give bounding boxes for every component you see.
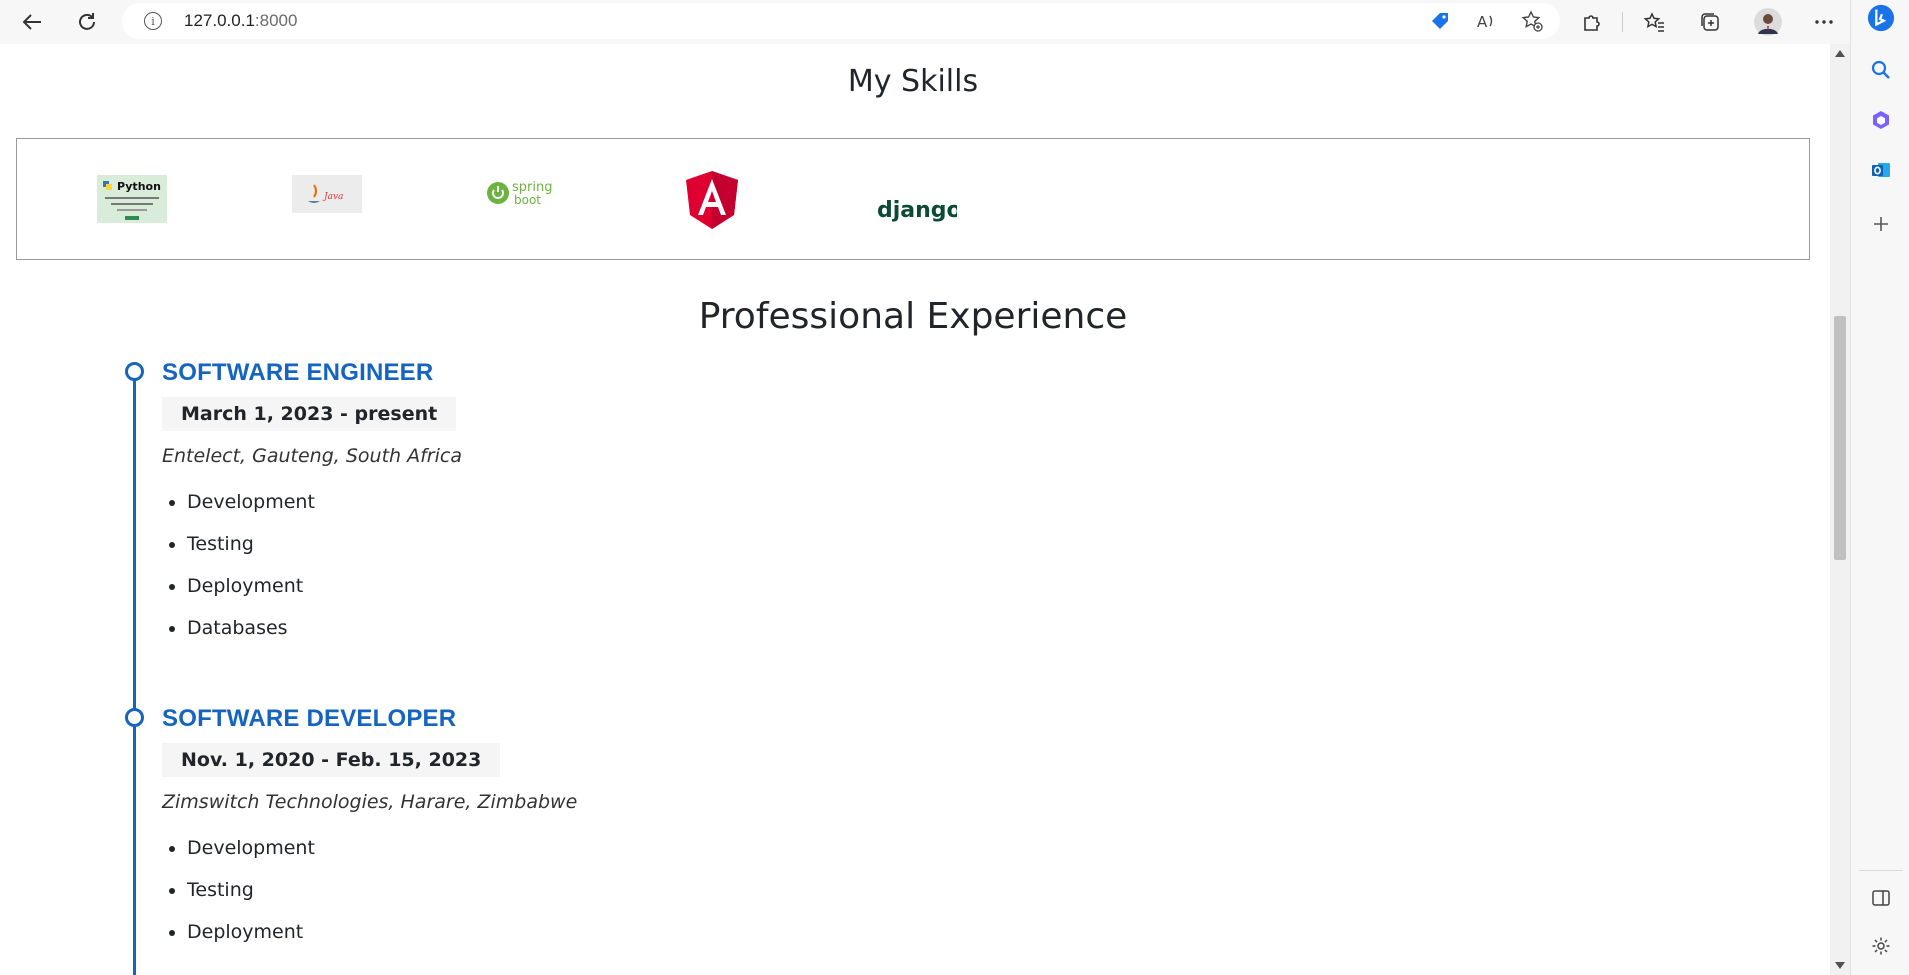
skills-carousel: Python Java spring boot django	[16, 138, 1810, 260]
job-dates: Nov. 1, 2020 - Feb. 15, 2023	[162, 743, 501, 777]
spring-boot-logo: spring boot	[486, 177, 560, 209]
search-icon[interactable]	[1867, 56, 1895, 84]
profile-avatar[interactable]	[1752, 6, 1784, 38]
page-scrollbar[interactable]	[1830, 44, 1850, 975]
python-logo: Python	[97, 175, 167, 223]
add-favorite-icon[interactable]	[1520, 9, 1544, 33]
avatar-icon	[1754, 8, 1782, 36]
refresh-icon	[79, 13, 95, 30]
svg-text:A: A	[1477, 13, 1488, 31]
settings-gear-icon[interactable]	[1867, 932, 1895, 960]
coupon-tag-icon[interactable]	[1428, 9, 1452, 33]
timeline-line	[133, 372, 136, 975]
back-button[interactable]	[16, 6, 48, 38]
duty-item: Development	[187, 827, 577, 869]
url-text[interactable]: 127.0.0.1:8000	[184, 11, 297, 31]
outlook-icon[interactable]	[1867, 156, 1895, 184]
collections-button[interactable]	[1694, 6, 1726, 38]
duty-item: Deployment	[187, 911, 577, 953]
job-entry: SOFTWARE ENGINEER March 1, 2023 - presen…	[162, 359, 462, 649]
skills-heading: My Skills	[847, 64, 979, 99]
duty-item: Testing	[187, 523, 462, 565]
job-entry: SOFTWARE DEVELOPER Nov. 1, 2020 - Feb. 1…	[162, 705, 577, 953]
job-dates: March 1, 2023 - present	[162, 397, 457, 431]
hide-sidebar-icon[interactable]	[1867, 884, 1895, 912]
scroll-down-arrow-icon[interactable]	[1835, 962, 1845, 969]
svg-text:boot: boot	[514, 193, 541, 207]
refresh-button[interactable]	[71, 6, 103, 38]
job-title: SOFTWARE DEVELOPER	[162, 705, 457, 732]
favorites-icon	[1643, 12, 1664, 32]
angular-logo	[684, 169, 740, 231]
django-logo: django	[877, 195, 962, 225]
job-title: SOFTWARE ENGINEER	[162, 359, 434, 386]
edge-sidebar	[1850, 0, 1909, 975]
timeline-dot	[125, 362, 144, 381]
page-viewport: My Skills Python Java spring boot django…	[0, 44, 1830, 975]
duty-item: Testing	[187, 869, 577, 911]
duty-item: Development	[187, 481, 462, 523]
extensions-button[interactable]	[1576, 6, 1608, 38]
more-options-button[interactable]	[1808, 6, 1840, 38]
url-port: :8000	[254, 11, 298, 30]
address-bar[interactable]: i 127.0.0.1:8000 A	[122, 3, 1560, 39]
duty-item: Databases	[187, 607, 462, 649]
scroll-thumb[interactable]	[1834, 316, 1846, 560]
office-icon[interactable]	[1867, 106, 1895, 134]
read-aloud-icon[interactable]: A	[1474, 9, 1498, 33]
collections-icon	[1701, 13, 1719, 31]
job-duties: Development Testing Deployment Databases	[162, 481, 462, 649]
experience-heading: Professional Experience	[698, 296, 1128, 337]
java-logo-text: Java	[322, 192, 343, 202]
puzzle-icon	[1584, 15, 1600, 31]
django-logo-text: django	[877, 198, 957, 223]
browser-toolbar: i 127.0.0.1:8000 A	[0, 0, 1909, 44]
site-info-icon[interactable]: i	[144, 12, 162, 30]
job-duties: Development Testing Deployment	[162, 827, 577, 953]
duty-item: Deployment	[187, 565, 462, 607]
job-company: Zimswitch Technologies, Harare, Zimbabwe	[162, 791, 578, 813]
scroll-up-arrow-icon[interactable]	[1835, 50, 1845, 57]
job-company: Entelect, Gauteng, South Africa	[162, 445, 462, 467]
timeline-dot	[125, 708, 144, 727]
url-host: 127.0.0.1	[184, 11, 255, 30]
back-arrow-icon	[22, 14, 41, 30]
ellipsis-icon	[1815, 20, 1833, 24]
favorites-button[interactable]	[1638, 6, 1670, 38]
java-logo: Java	[292, 175, 362, 213]
bing-copilot-icon[interactable]	[1867, 4, 1895, 32]
add-sidebar-app-icon[interactable]	[1867, 210, 1895, 238]
python-logo-text: Python	[117, 180, 161, 193]
